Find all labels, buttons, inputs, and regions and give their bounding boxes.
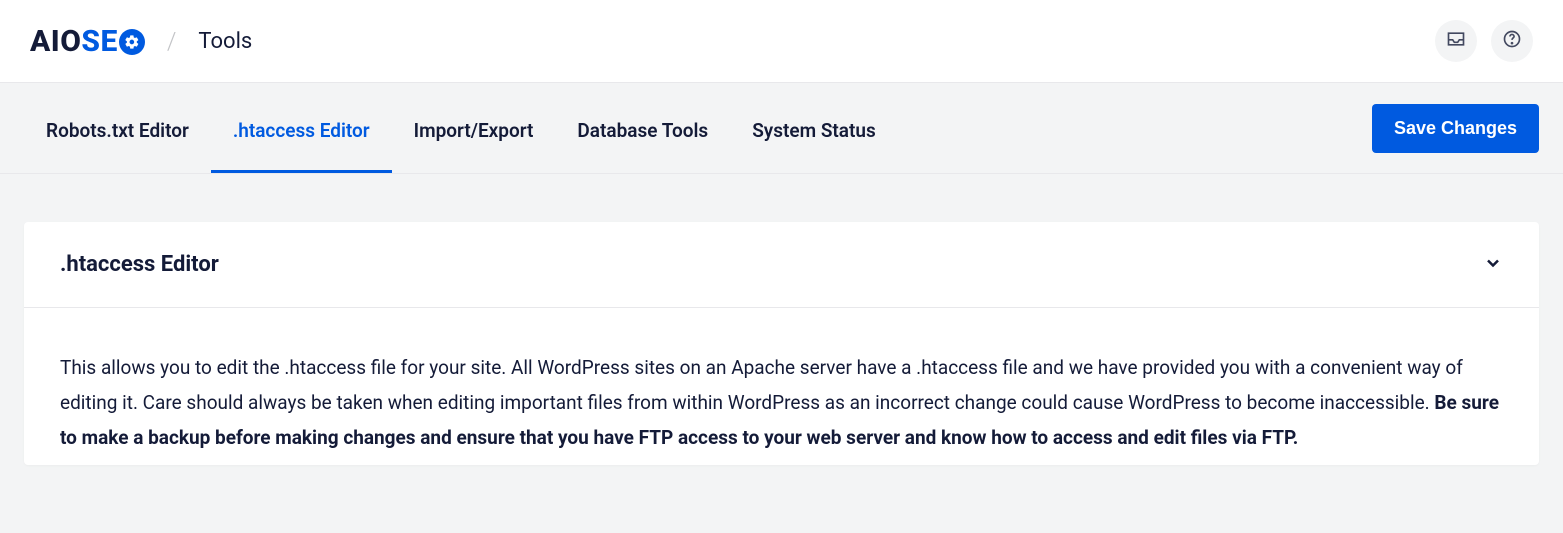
collapse-toggle[interactable] <box>1483 253 1503 277</box>
save-changes-button[interactable]: Save Changes <box>1372 104 1539 153</box>
app-header: AIOSE / Tools <box>0 0 1563 83</box>
tabs-row: Robots.txt Editor .htaccess Editor Impor… <box>0 83 1563 174</box>
tabs: Robots.txt Editor .htaccess Editor Impor… <box>24 83 898 173</box>
header-right <box>1435 20 1533 62</box>
help-icon <box>1502 29 1522 53</box>
tab-robots-txt-editor[interactable]: Robots.txt Editor <box>24 83 211 173</box>
htaccess-editor-card: .htaccess Editor This allows you to edit… <box>24 222 1539 465</box>
inbox-button[interactable] <box>1435 20 1477 62</box>
tab-htaccess-editor[interactable]: .htaccess Editor <box>211 83 392 173</box>
card-body-text: This allows you to edit the .htaccess fi… <box>60 356 1463 414</box>
inbox-icon <box>1446 29 1466 53</box>
logo-text-se: SE <box>81 24 117 59</box>
help-button[interactable] <box>1491 20 1533 62</box>
content-area: Robots.txt Editor .htaccess Editor Impor… <box>0 83 1563 533</box>
page-title: Tools <box>198 29 252 54</box>
card-title: .htaccess Editor <box>60 252 219 277</box>
gear-icon <box>119 29 145 55</box>
breadcrumb-divider: / <box>167 27 177 55</box>
logo[interactable]: AIOSE <box>30 24 145 59</box>
tab-import-export[interactable]: Import/Export <box>392 83 556 173</box>
tab-database-tools[interactable]: Database Tools <box>555 83 730 173</box>
card-header: .htaccess Editor <box>24 222 1539 308</box>
header-left: AIOSE / Tools <box>30 24 252 59</box>
chevron-down-icon <box>1483 258 1503 277</box>
logo-text-aio: AIO <box>30 24 81 59</box>
card-body: This allows you to edit the .htaccess fi… <box>24 308 1539 465</box>
tab-system-status[interactable]: System Status <box>730 83 898 173</box>
